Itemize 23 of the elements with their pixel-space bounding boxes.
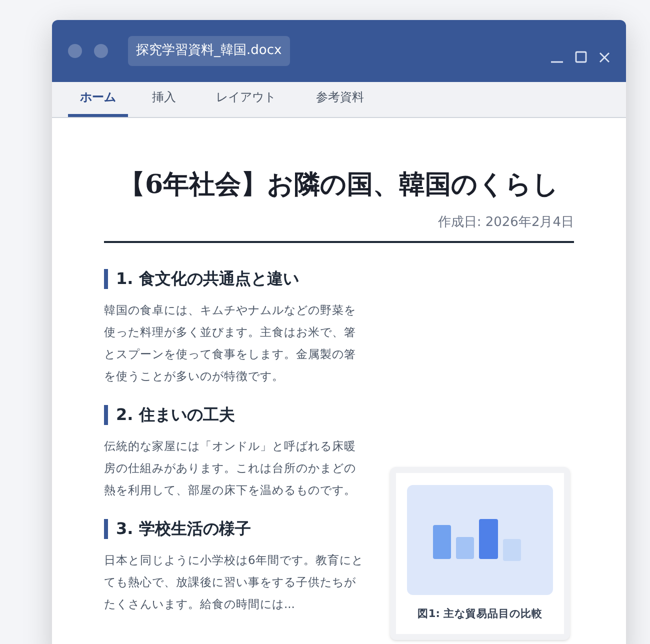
figure-caption: 図1: 主な貿易品目の比較 bbox=[417, 606, 543, 622]
ribbon-tab[interactable]: ホーム bbox=[68, 88, 128, 117]
chart-bar bbox=[433, 524, 451, 558]
section-body: 伝統的な家屋には「オンドル」と呼ばれる床暖房の仕組みがあります。これは台所のかまどの熱を利用して、部屋の床下を温めるものです。 bbox=[104, 438, 357, 498]
window-title: 探究学習資料_韓国.docx bbox=[128, 36, 290, 66]
ribbon-tab[interactable]: 参考資料 bbox=[300, 88, 380, 117]
heading-bar bbox=[104, 404, 108, 424]
section-heading: 1. 食文化の共通点と違い bbox=[116, 268, 299, 290]
document-title: 【6年社会】お隣の国、韓国のくらし bbox=[118, 169, 560, 202]
section-heading: 2. 住まいの工夫 bbox=[116, 404, 235, 426]
heading-bar bbox=[104, 268, 108, 288]
close-icon[interactable] bbox=[599, 52, 610, 62]
ribbon-tab[interactable]: 挿入 bbox=[136, 88, 192, 117]
section-heading: 3. 学校生活の様子 bbox=[116, 518, 251, 540]
chart-bar bbox=[456, 536, 474, 558]
maximize-icon[interactable] bbox=[575, 51, 587, 63]
chart-bar bbox=[479, 518, 498, 558]
heading-bar bbox=[104, 518, 108, 538]
chart-bar bbox=[503, 538, 521, 560]
section-body: 韓国の食卓には、キムチやナムルなどの野菜を使った料理が多く並びます。主食はお米で、箸とスプーンを使って食事をします。金属製の箸を使うことが多いのが特徴です。 bbox=[104, 302, 357, 384]
ribbon-tab[interactable]: レイアウト bbox=[200, 88, 292, 117]
document-date: 作成日: 2026年2月4日 bbox=[438, 214, 574, 232]
section-body: 日本と同じように小学校は6年間です。教育にとても熱心で、放課後に習い事をする子供たちがたくさんいます。給食の時間には... bbox=[104, 552, 364, 612]
